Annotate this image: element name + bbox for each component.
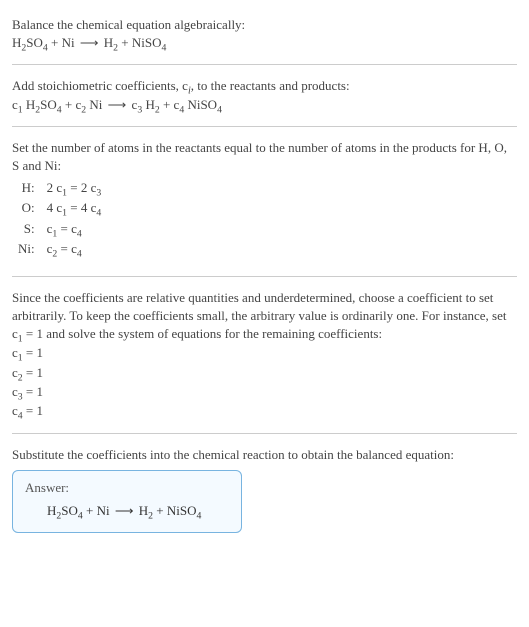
- coeffs-equation: c1 H2SO4 + c2 Ni ⟶ c3 H2 + c4 NiSO4: [12, 96, 517, 114]
- atom-equation: 2 c1 = 2 c3: [41, 179, 108, 199]
- atom-equation: c1 = c4: [41, 220, 108, 240]
- set-atoms-text: Set the number of atoms in the reactants…: [12, 139, 517, 175]
- divider: [12, 276, 517, 277]
- table-row: Ni: c2 = c4: [12, 240, 107, 260]
- atom-equation: 4 c1 = 4 c4: [41, 199, 108, 219]
- divider: [12, 433, 517, 434]
- table-row: O: 4 c1 = 4 c4: [12, 199, 107, 219]
- atom-label: S:: [12, 220, 41, 240]
- choose-coeff-text: Since the coefficients are relative quan…: [12, 289, 517, 344]
- atom-label: H:: [12, 179, 41, 199]
- answer-box: Answer: H2SO4 + Ni ⟶ H2 + NiSO4: [12, 470, 242, 532]
- substitute-section: Substitute the coefficients into the che…: [12, 438, 517, 541]
- atom-equations-table: H: 2 c1 = 2 c3 O: 4 c1 = 4 c4 S: c1 = c4…: [12, 179, 107, 260]
- unbalanced-equation: H2SO4 + Ni ⟶ H2 + NiSO4: [12, 34, 517, 52]
- choose-coeff-section: Since the coefficients are relative quan…: [12, 281, 517, 429]
- answer-label: Answer:: [25, 479, 229, 497]
- atom-equation: c2 = c4: [41, 240, 108, 260]
- add-coeffs-section: Add stoichiometric coefficients, ci, to …: [12, 69, 517, 121]
- coef-solutions-list: c1 = 1 c2 = 1 c3 = 1 c4 = 1: [12, 344, 517, 420]
- substitute-text: Substitute the coefficients into the che…: [12, 446, 517, 464]
- add-coeffs-text: Add stoichiometric coefficients, ci, to …: [12, 77, 517, 95]
- set-atoms-section: Set the number of atoms in the reactants…: [12, 131, 517, 272]
- coef-solution: c1 = 1: [12, 344, 517, 362]
- atom-label: O:: [12, 199, 41, 219]
- coef-solution: c2 = 1: [12, 364, 517, 382]
- coef-solution: c3 = 1: [12, 383, 517, 401]
- atom-label: Ni:: [12, 240, 41, 260]
- divider: [12, 64, 517, 65]
- intro-section: Balance the chemical equation algebraica…: [12, 8, 517, 60]
- coef-solution: c4 = 1: [12, 402, 517, 420]
- table-row: H: 2 c1 = 2 c3: [12, 179, 107, 199]
- intro-line1: Balance the chemical equation algebraica…: [12, 16, 517, 34]
- balanced-equation: H2SO4 + Ni ⟶ H2 + NiSO4: [25, 502, 229, 520]
- table-row: S: c1 = c4: [12, 220, 107, 240]
- divider: [12, 126, 517, 127]
